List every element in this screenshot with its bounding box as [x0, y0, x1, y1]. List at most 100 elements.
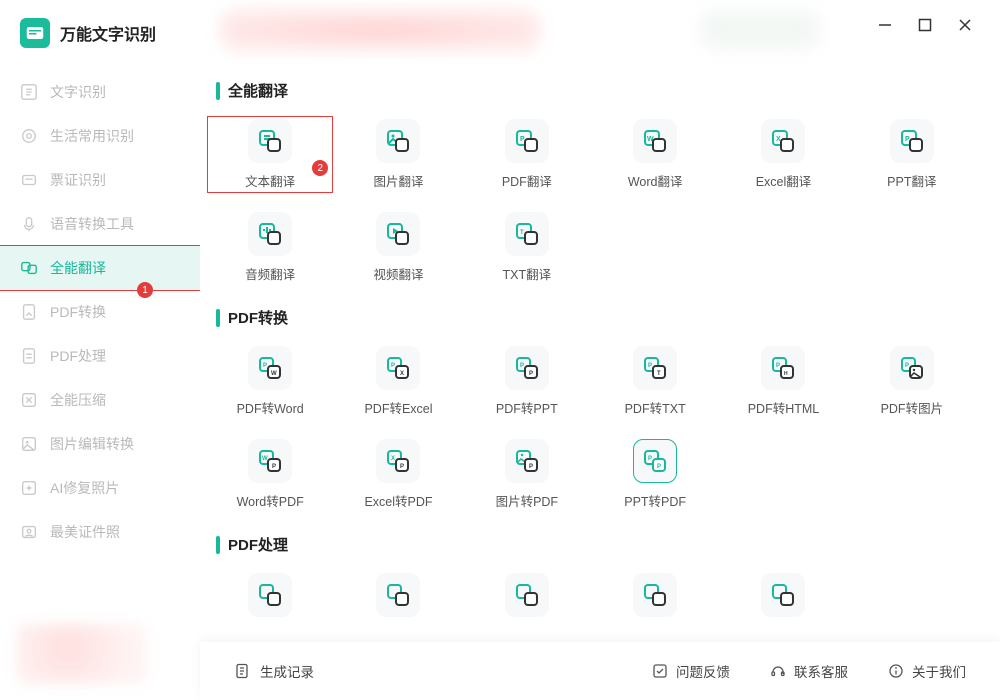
section-head: PDF转换 [216, 307, 976, 328]
tile-excel-translate[interactable]: X Excel翻译 [719, 115, 847, 194]
sidebar-item-pdf-convert[interactable]: PDF转换 [0, 290, 200, 334]
tile-text-translate[interactable]: 文本翻译 2 [206, 115, 334, 194]
tile-label: Excel翻译 [756, 171, 812, 190]
tile-pdf-process-3[interactable] [463, 569, 591, 629]
sidebar-item-audio-tools[interactable]: 语音转换工具 [0, 202, 200, 246]
sidebar-item-label: 语音转换工具 [50, 214, 134, 234]
tile-label: 音频翻译 [245, 264, 295, 283]
tile-word-to-pdf[interactable]: WP Word转PDF [206, 435, 334, 514]
info-circle-icon [888, 663, 904, 679]
svg-text:P: P [272, 464, 276, 470]
text-ocr-icon [20, 83, 38, 101]
tile-label: PDF翻译 [502, 171, 552, 190]
tile-pdf-process-2[interactable] [334, 569, 462, 629]
svg-text:P: P [263, 363, 267, 369]
daily-ocr-icon [20, 127, 38, 145]
tile-pdf-to-ppt[interactable]: PP PDF转PPT [463, 342, 591, 421]
svg-text:P: P [657, 464, 661, 470]
tile-label: PDF转Word [237, 398, 304, 417]
tile-txt-translate[interactable]: T TXT翻译 [463, 208, 591, 287]
section-translate: 全能翻译 文本翻译 2 图片翻译 P PDF翻译 [206, 80, 976, 287]
footer-feedback-label: 问题反馈 [676, 661, 730, 681]
tile-pdf-to-html[interactable]: PH PDF转HTML [719, 342, 847, 421]
tile-pdf-to-excel[interactable]: PX PDF转Excel [334, 342, 462, 421]
sidebar-item-text-ocr[interactable]: 文字识别 [0, 70, 200, 114]
headset-icon [770, 663, 786, 679]
tile-pdf-process-5[interactable] [719, 569, 847, 629]
footer-generate[interactable]: 生成记录 [234, 661, 314, 681]
tile-excel-to-pdf[interactable]: XP Excel转PDF [334, 435, 462, 514]
generic-tile-icon [761, 573, 805, 617]
footer-feedback[interactable]: 问题反馈 [652, 661, 730, 681]
svg-text:P: P [529, 464, 533, 470]
tile-image-to-pdf[interactable]: P 图片转PDF [463, 435, 591, 514]
footer-about-label: 关于我们 [912, 661, 966, 681]
ppt-translate-icon: P [890, 119, 934, 163]
section-bar-icon [216, 82, 220, 100]
top-banner-blur [220, 10, 540, 50]
generic-tile-icon [248, 573, 292, 617]
tile-image-translate[interactable]: 图片翻译 [334, 115, 462, 194]
tile-audio-translate[interactable]: 音频翻译 [206, 208, 334, 287]
tile-grid: PW PDF转Word PX PDF转Excel PP PDF转PPT PT P… [206, 342, 976, 514]
translate-icon [20, 259, 38, 277]
sidebar-item-daily-ocr[interactable]: 生活常用识别 [0, 114, 200, 158]
generic-tile-icon [505, 573, 549, 617]
excel-translate-icon: X [761, 119, 805, 163]
tile-pdf-to-txt[interactable]: PT PDF转TXT [591, 342, 719, 421]
tile-ppt-translate[interactable]: P PPT翻译 [848, 115, 976, 194]
svg-text:T: T [520, 230, 524, 236]
svg-text:X: X [400, 371, 404, 377]
pdf-translate-icon: P [505, 119, 549, 163]
txt-translate-icon: T [505, 212, 549, 256]
svg-text:P: P [648, 456, 652, 462]
sidebar-item-pdf-process[interactable]: PDF处理 [0, 334, 200, 378]
footer-generate-label: 生成记录 [260, 661, 314, 681]
section-head: 全能翻译 [216, 80, 976, 101]
tile-pdf-process-1[interactable] [206, 569, 334, 629]
ppt-to-pdf-icon: PP [633, 439, 677, 483]
sidebar-item-id-photo[interactable]: 最美证件照 [0, 510, 200, 554]
sidebar-item-ticket-ocr[interactable]: 票证识别 [0, 158, 200, 202]
tile-label: PDF转Excel [364, 398, 432, 417]
tile-label: 图片转PDF [496, 491, 559, 510]
footer-support-label: 联系客服 [794, 661, 848, 681]
svg-text:T: T [657, 371, 661, 377]
tile-label: 图片翻译 [373, 171, 423, 190]
pdf-to-image-icon: P [890, 346, 934, 390]
sidebar-item-image-edit[interactable]: 图片编辑转换 [0, 422, 200, 466]
tile-label: PPT翻译 [887, 171, 936, 190]
tile-label: 文本翻译 [245, 171, 295, 190]
tile-word-translate[interactable]: W Word翻译 [591, 115, 719, 194]
maximize-button[interactable] [918, 18, 932, 32]
section-pdf-convert: PDF转换 PW PDF转Word PX PDF转Excel PP PDF转PP… [206, 307, 976, 514]
text-translate-icon [248, 119, 292, 163]
audio-translate-icon [248, 212, 292, 256]
sidebar-item-ai-repair[interactable]: AI修复照片 [0, 466, 200, 510]
section-title: PDF转换 [228, 307, 288, 328]
sidebar-item-compress[interactable]: 全能压缩 [0, 378, 200, 422]
tile-pdf-to-word[interactable]: PW PDF转Word [206, 342, 334, 421]
footer-support[interactable]: 联系客服 [770, 661, 848, 681]
footer-about[interactable]: 关于我们 [888, 661, 966, 681]
tile-video-translate[interactable]: 视频翻译 [334, 208, 462, 287]
svg-text:P: P [391, 363, 395, 369]
close-button[interactable] [958, 18, 972, 32]
app-logo-row: 万能文字识别 [0, 18, 200, 56]
tile-label: Word翻译 [628, 171, 683, 190]
id-photo-icon [20, 523, 38, 541]
sidebar-item-translate[interactable]: 全能翻译 1 [0, 246, 200, 290]
tile-pdf-translate[interactable]: P PDF翻译 [463, 115, 591, 194]
tile-ppt-to-pdf[interactable]: PP PPT转PDF [591, 435, 719, 514]
svg-text:P: P [520, 363, 524, 369]
ticket-ocr-icon [20, 171, 38, 189]
minimize-button[interactable] [878, 18, 892, 32]
main-area: 全能翻译 文本翻译 2 图片翻译 P PDF翻译 [200, 0, 1000, 700]
app-logo-icon [20, 18, 50, 48]
tile-pdf-process-4[interactable] [591, 569, 719, 629]
svg-text:P: P [529, 371, 533, 377]
sidebar-item-label: 最美证件照 [50, 522, 120, 542]
tile-pdf-to-image[interactable]: P PDF转图片 [848, 342, 976, 421]
video-translate-icon [376, 212, 420, 256]
word-translate-icon: W [633, 119, 677, 163]
